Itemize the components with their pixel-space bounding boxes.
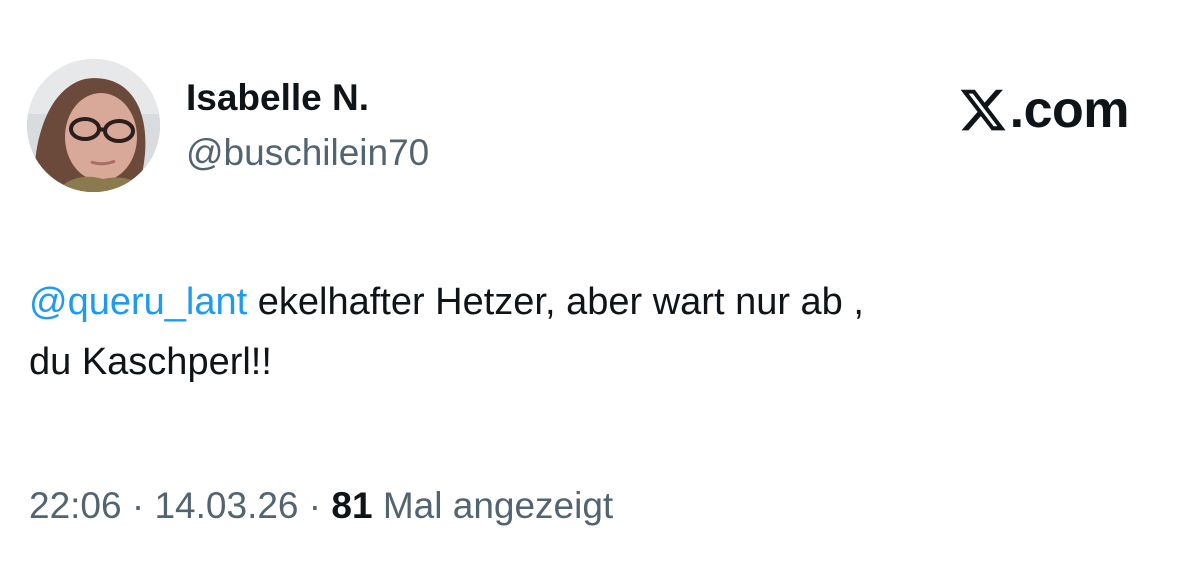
tweet-text: @queru_lant ekelhafter Hetzer, aber wart… [29,272,1159,392]
author-handle[interactable]: @buschilein70 [186,131,429,175]
tweet-text-line2: du Kaschperl!! [29,341,272,383]
tweet-meta: 22:06 · 14.03.26 · 81 Mal angezeigt [29,482,613,530]
mention-link[interactable]: @queru_lant [29,281,247,323]
brand-domain-label: .com [1009,81,1130,139]
tweet-card: Isabelle N. @buschilein70 .com @queru_la… [0,0,1179,571]
avatar[interactable] [27,59,160,192]
meta-separator: · [121,485,155,526]
author-display-name[interactable]: Isabelle N. [186,76,369,120]
views-count[interactable]: 81 [331,485,372,526]
x-com-brand: .com [958,81,1130,139]
tweet-text-line1: ekelhafter Hetzer, aber wart nur ab , [247,281,864,323]
tweet-date[interactable]: 14.03.26 [154,485,298,526]
meta-separator: · [298,485,332,526]
x-logo-icon [960,89,1006,131]
tweet-time[interactable]: 22:06 [29,485,122,526]
views-label: Mal angezeigt [372,485,614,526]
profile-photo-icon [27,59,160,192]
